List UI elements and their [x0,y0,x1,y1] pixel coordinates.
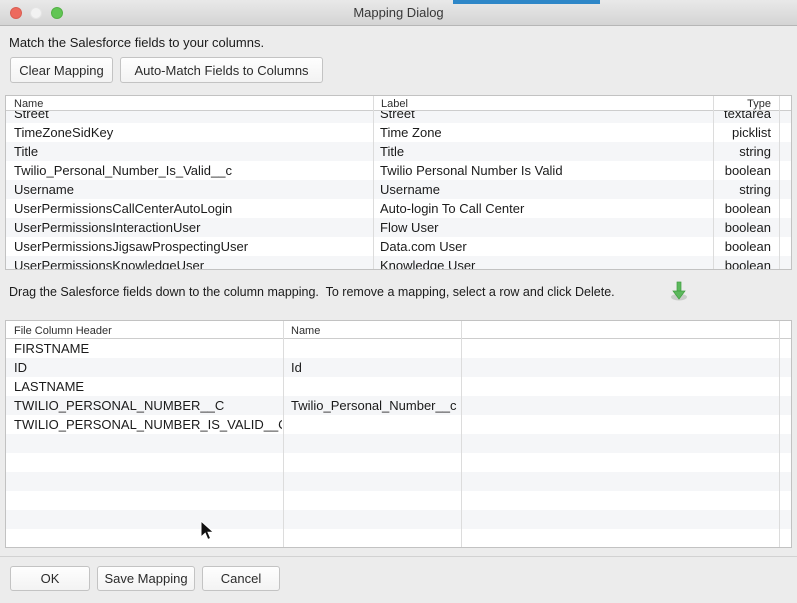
fields-table-header: Name Label Type [6,96,791,111]
field-label: Data.com User [373,237,712,256]
column-divider [713,96,714,269]
match-instruction-text: Match the Salesforce fields to your colu… [9,35,264,50]
fields-table-body: Street Street textarea TimeZoneSidKey Ti… [6,111,791,269]
column-header-type: Type [747,97,771,111]
mapped-field-cell [283,415,460,434]
titlebar: Mapping Dialog [0,0,797,26]
field-api-name: Title [6,142,372,161]
mapping-row[interactable]: FIRSTNAME [6,339,791,358]
save-mapping-button[interactable]: Save Mapping [97,566,195,591]
column-header-file-column: File Column Header [14,324,112,338]
field-row[interactable]: Username Username string [6,180,791,199]
field-row[interactable]: UserPermissionsJigsawProspectingUser Dat… [6,237,791,256]
mapped-field-cell [283,377,460,396]
window-title: Mapping Dialog [0,5,797,20]
field-api-name: UserPermissionsCallCenterAutoLogin [6,199,372,218]
file-column-header-cell: ID [6,358,282,377]
column-mapping-table: File Column Header Name FIRSTNAME ID Id [5,320,792,548]
file-column-header-cell: LASTNAME [6,377,282,396]
field-row[interactable]: UserPermissionsKnowledgeUser Knowledge U… [6,256,791,269]
field-type: boolean [713,218,779,237]
field-label: Auto-login To Call Center [373,199,712,218]
field-row[interactable]: Title Title string [6,142,791,161]
mapping-row[interactable]: ID Id [6,358,791,377]
field-label: Username [373,180,712,199]
mapping-row[interactable]: TWILIO_PERSONAL_NUMBER__C Twilio_Persona… [6,396,791,415]
field-type: picklist [713,123,779,142]
field-type: boolean [713,256,779,269]
field-label: Flow User [373,218,712,237]
scrollbar-track[interactable] [779,96,780,269]
mapping-dialog-window: Mapping Dialog Match the Salesforce fiel… [0,0,797,603]
field-label: Time Zone [373,123,712,142]
field-type: boolean [713,161,779,180]
column-divider [283,321,284,547]
field-type: boolean [713,237,779,256]
scrollbar-track[interactable] [779,321,780,547]
field-row[interactable]: UserPermissionsInteractionUser Flow User… [6,218,791,237]
ok-button[interactable]: OK [10,566,90,591]
field-type: string [713,180,779,199]
field-row[interactable]: TimeZoneSidKey Time Zone picklist [6,123,791,142]
auto-match-button[interactable]: Auto-Match Fields to Columns [120,57,323,83]
field-api-name: TimeZoneSidKey [6,123,372,142]
cancel-button[interactable]: Cancel [202,566,280,591]
field-api-name: UserPermissionsKnowledgeUser [6,256,372,269]
field-api-name: Username [6,180,372,199]
field-type: boolean [713,199,779,218]
column-divider [461,321,462,547]
field-label: Knowledge User [373,256,712,269]
background-browser-strip [453,0,600,4]
field-label: Title [373,142,712,161]
salesforce-fields-table: Name Label Type Street Street textarea T… [5,95,792,270]
mapping-table-body: FIRSTNAME ID Id LASTNAME TWILIO_P [6,339,791,547]
file-column-header-cell: FIRSTNAME [6,339,282,358]
footer-separator [0,556,797,557]
column-divider [373,96,374,269]
field-label: Street [373,111,712,123]
field-api-name: UserPermissionsJigsawProspectingUser [6,237,372,256]
file-column-header-cell: TWILIO_PERSONAL_NUMBER__C [6,396,282,415]
field-api-name: Street [6,111,372,123]
column-header-label: Label [381,97,408,111]
mapped-field-cell: Id [283,358,460,377]
mapping-row[interactable]: LASTNAME [6,377,791,396]
field-row[interactable]: Street Street textarea [6,111,791,123]
field-label: Twilio Personal Number Is Valid [373,161,712,180]
mapped-field-cell [283,339,460,358]
mapping-row[interactable]: TWILIO_PERSONAL_NUMBER_IS_VALID__C [6,415,791,434]
field-type: string [713,142,779,161]
column-header-name: Name [14,97,43,111]
mapping-table-header: File Column Header Name [6,321,791,339]
column-header-name: Name [291,324,320,338]
clear-mapping-button[interactable]: Clear Mapping [10,57,113,83]
mapped-field-cell: Twilio_Personal_Number__c [283,396,460,415]
field-row[interactable]: Twilio_Personal_Number_Is_Valid__c Twili… [6,161,791,180]
field-api-name: UserPermissionsInteractionUser [6,218,372,237]
field-type: textarea [713,111,779,123]
drag-instruction-text: Drag the Salesforce fields down to the c… [9,285,615,299]
mouse-cursor [200,520,215,542]
green-drop-arrow-icon[interactable] [668,280,690,304]
file-column-header-cell: TWILIO_PERSONAL_NUMBER_IS_VALID__C [6,415,282,434]
field-api-name: Twilio_Personal_Number_Is_Valid__c [6,161,372,180]
field-row[interactable]: UserPermissionsCallCenterAutoLogin Auto-… [6,199,791,218]
